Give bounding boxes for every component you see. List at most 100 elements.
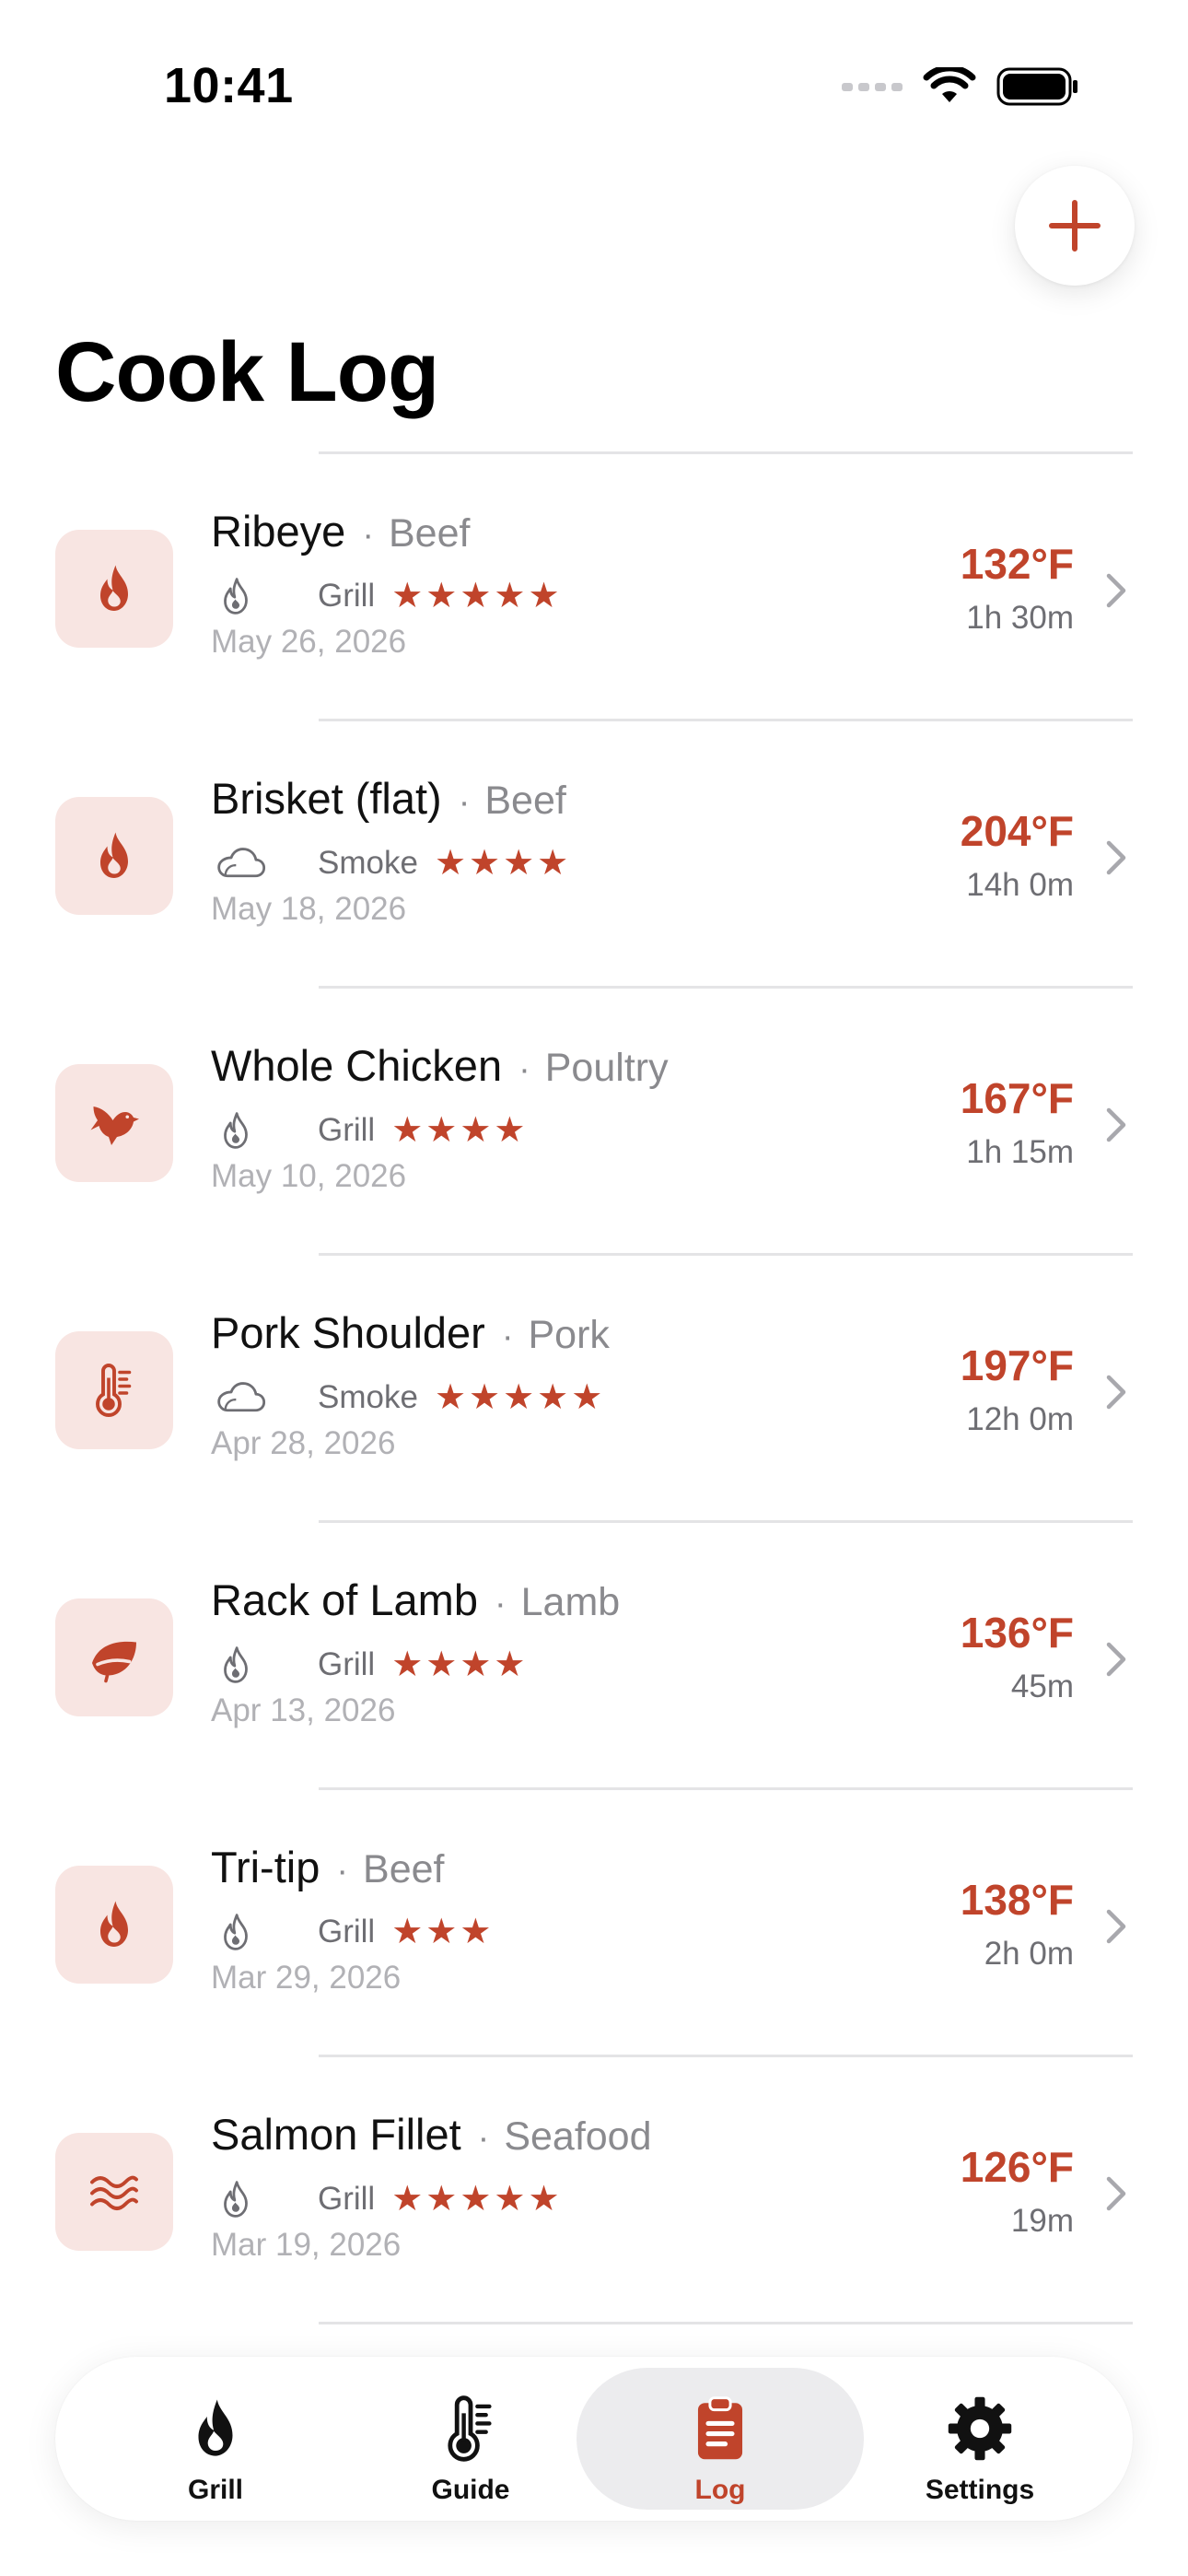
chevron-right-icon	[1106, 1375, 1126, 1410]
cook-title-line: Tri-tip · Beef	[211, 1842, 444, 1892]
cook-temp: 138°F	[960, 1876, 1074, 1924]
tab-guide[interactable]: Guide	[327, 2368, 614, 2510]
cook-method: Grill	[318, 578, 376, 614]
thermometer-icon	[434, 2392, 507, 2465]
cook-method-line: Grill ★★★★★	[215, 2175, 563, 2223]
flame-outline-icon	[215, 1107, 266, 1154]
rating-stars: ★★★★	[391, 1645, 529, 1684]
cook-category: Poultry	[544, 1046, 669, 1090]
separator-dot: ·	[336, 1852, 349, 1891]
waves-icon	[55, 2133, 173, 2251]
tab-log[interactable]: Log	[577, 2368, 864, 2510]
leaf-icon	[55, 1598, 173, 1716]
screen: 10:41 Cook Log Ribeye · Beef Grill ★★★★★…	[0, 0, 1188, 2576]
cook-category: Beef	[484, 779, 566, 823]
cook-category: Beef	[388, 511, 471, 556]
flame-outline-icon	[215, 1908, 266, 1956]
cook-date: May 26, 2026	[211, 624, 407, 660]
cook-title-line: Whole Chicken · Poultry	[211, 1040, 669, 1091]
cook-date: Apr 28, 2026	[211, 1425, 396, 1461]
cook-method: Smoke	[318, 1379, 418, 1415]
cook-duration: 14h 0m	[966, 867, 1074, 903]
cloud-icon	[215, 839, 266, 887]
thermometer-icon	[55, 1331, 173, 1449]
cook-duration: 1h 30m	[966, 600, 1074, 636]
rating-stars: ★★★	[391, 1913, 495, 1951]
cook-method: Smoke	[318, 845, 418, 881]
wifi-icon	[923, 67, 976, 102]
cook-row[interactable]: Rack of Lamb · Lamb Grill ★★★★ Apr 13, 2…	[0, 1523, 1188, 1790]
cook-temp: 132°F	[960, 540, 1074, 588]
chevron-right-icon	[1106, 1909, 1126, 1944]
tab-grill[interactable]: Grill	[72, 2368, 359, 2510]
chevron-right-icon	[1106, 573, 1126, 608]
rating-stars: ★★★★	[391, 1111, 529, 1150]
cook-title-line: Rack of Lamb · Lamb	[211, 1575, 620, 1625]
cook-name: Rack of Lamb	[211, 1575, 478, 1624]
rating-stars: ★★★★	[434, 844, 572, 883]
add-cook-button[interactable]	[1015, 166, 1135, 286]
cook-name: Salmon Fillet	[211, 2110, 461, 2159]
bird-icon	[55, 1064, 173, 1182]
cook-category: Seafood	[504, 2114, 652, 2159]
cook-method-line: Grill ★★★★	[215, 1107, 528, 1154]
flame-icon	[55, 1866, 173, 1984]
flame-icon	[55, 797, 173, 915]
status-time: 10:41	[164, 58, 294, 113]
cook-category: Beef	[363, 1847, 445, 1891]
cook-method-line: Grill ★★★★★	[215, 572, 563, 620]
cook-category: Lamb	[520, 1580, 621, 1624]
cook-row[interactable]: Pork Shoulder · Pork Smoke ★★★★★ Apr 28,…	[0, 1256, 1188, 1523]
cook-category: Pork	[528, 1313, 610, 1357]
cook-date: Mar 29, 2026	[211, 1960, 402, 1996]
cook-method-line: Smoke ★★★★★	[215, 1374, 605, 1422]
cook-method: Grill	[318, 1914, 376, 1950]
tab-settings[interactable]: Settings	[836, 2368, 1124, 2510]
chevron-right-icon	[1106, 2176, 1126, 2211]
cellular-signal-icon	[842, 83, 903, 91]
flame-outline-icon	[215, 1641, 266, 1689]
cook-name: Tri-tip	[211, 1843, 320, 1891]
cook-date: Apr 13, 2026	[211, 1692, 396, 1728]
cook-row[interactable]: Salmon Fillet · Seafood Grill ★★★★★ Mar …	[0, 2057, 1188, 2324]
status-bar: 10:41	[0, 0, 1188, 175]
separator-dot: ·	[518, 1050, 530, 1089]
cook-name: Whole Chicken	[211, 1041, 503, 1090]
flame-icon	[179, 2392, 252, 2465]
cook-row[interactable]: Tri-tip · Beef Grill ★★★ Mar 29, 2026 13…	[0, 1790, 1188, 2057]
battery-icon	[996, 67, 1077, 106]
cook-title-line: Salmon Fillet · Seafood	[211, 2109, 652, 2160]
chevron-right-icon	[1106, 840, 1126, 875]
tab-bar: Grill Guide Log Settings	[55, 2357, 1133, 2521]
cook-temp: 204°F	[960, 807, 1074, 855]
cook-method: Grill	[318, 1646, 376, 1682]
flame-outline-icon	[215, 2175, 266, 2223]
gear-icon	[943, 2392, 1017, 2465]
separator-dot: ·	[362, 516, 374, 555]
separator-dot: ·	[501, 1317, 514, 1356]
cook-temp: 167°F	[960, 1074, 1074, 1122]
cook-duration: 1h 15m	[966, 1134, 1074, 1170]
cook-temp: 197°F	[960, 1341, 1074, 1389]
cook-duration: 2h 0m	[984, 1936, 1074, 1972]
cook-name: Brisket (flat)	[211, 774, 442, 823]
chevron-right-icon	[1106, 1107, 1126, 1142]
cook-row[interactable]: Brisket (flat) · Beef Smoke ★★★★ May 18,…	[0, 721, 1188, 989]
separator-dot: ·	[494, 1585, 507, 1623]
separator-dot: ·	[458, 783, 471, 822]
tab-label: Settings	[925, 2475, 1035, 2505]
row-divider	[319, 2322, 1133, 2324]
cook-row[interactable]: Whole Chicken · Poultry Grill ★★★★ May 1…	[0, 989, 1188, 1256]
separator-dot: ·	[477, 2119, 490, 2158]
cook-method-line: Grill ★★★★	[215, 1641, 528, 1689]
cloud-icon	[215, 1374, 266, 1422]
chevron-right-icon	[1106, 1642, 1126, 1677]
cook-method-line: Grill ★★★	[215, 1908, 494, 1956]
page-title: Cook Log	[55, 325, 439, 419]
rating-stars: ★★★★★	[391, 577, 563, 615]
cook-temp: 126°F	[960, 2143, 1074, 2191]
cook-temp: 136°F	[960, 1609, 1074, 1657]
flame-outline-icon	[215, 572, 266, 620]
cook-row[interactable]: Ribeye · Beef Grill ★★★★★ May 26, 2026 1…	[0, 454, 1188, 721]
cook-title-line: Ribeye · Beef	[211, 506, 470, 556]
